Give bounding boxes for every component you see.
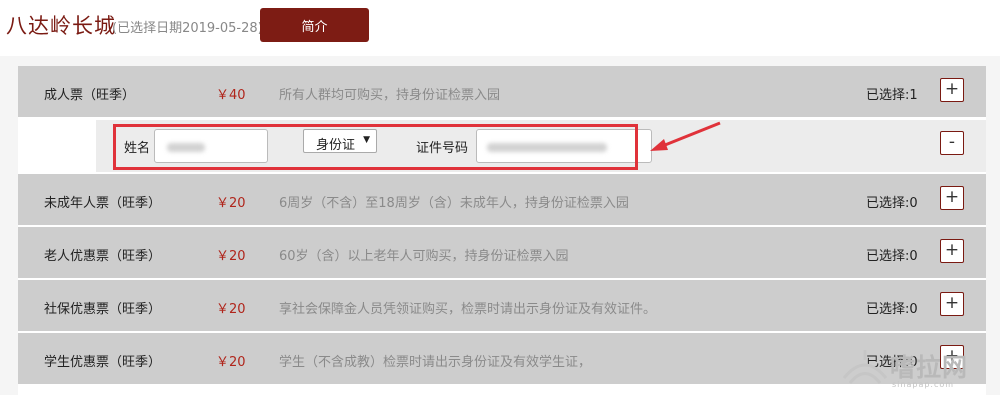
page-title: 八达岭长城	[6, 14, 116, 38]
ticket-price: ￥20	[216, 355, 246, 370]
ticket-description: 学生（不含成教）检票时请出示身份证及有效学生证，	[279, 355, 592, 370]
watermark-subtext: sinapap.com	[892, 380, 955, 389]
ticket-name: 未成年人票（旺季）	[44, 196, 162, 211]
ticket-row-adult: 成人票（旺季） ￥40 所有人群均可购买，持身份证检票入园 已选择:1 +	[18, 66, 986, 117]
ticket-row-social-security: 社保优惠票（旺季） ￥20 享社会保障金人员凭领证购买，检票时请出示身份证及有效…	[18, 280, 986, 331]
add-ticket-button[interactable]: +	[940, 186, 964, 210]
header: 八达岭长城 (已选择日期2019-05-28) 简介	[0, 0, 1000, 56]
site-watermark: 嗜拉网 sinapap.com	[842, 346, 996, 390]
watermark-logo-icon	[842, 350, 888, 384]
ticket-panel: 成人票（旺季） ￥40 所有人群均可购买，持身份证检票入园 已选择:1 + 姓名…	[18, 66, 986, 395]
selected-count: 已选择:0	[866, 249, 918, 264]
watermark-text: 嗜拉网	[890, 353, 969, 382]
ticket-name: 社保优惠票（旺季）	[44, 302, 162, 317]
ticket-price: ￥20	[216, 249, 246, 264]
annotation-highlight-box	[113, 124, 638, 170]
selected-count: 已选择:0	[866, 196, 918, 211]
ticket-description: 6周岁（不含）至18周岁（含）未成年人，持身份证检票入园	[279, 196, 629, 211]
add-ticket-button[interactable]: +	[940, 292, 964, 316]
intro-button[interactable]: 简介	[260, 8, 369, 42]
ticket-price: ￥20	[216, 196, 246, 211]
ticket-name: 学生优惠票（旺季）	[44, 355, 162, 370]
ticket-price: ￥20	[216, 302, 246, 317]
annotation-arrow-icon	[650, 121, 721, 151]
add-ticket-button[interactable]: +	[940, 78, 964, 102]
ticket-row-student: 学生优惠票（旺季） ￥20 学生（不含成教）检票时请出示身份证及有效学生证， 已…	[18, 333, 986, 384]
ticket-description: 所有人群均可购买，持身份证检票入园	[279, 88, 501, 103]
selected-count: 已选择:1	[866, 88, 918, 103]
ticket-price: ￥40	[216, 88, 246, 103]
selected-count: 已选择:0	[866, 302, 918, 317]
selected-date-note: (已选择日期2019-05-28)	[112, 21, 263, 36]
add-ticket-button[interactable]: +	[940, 239, 964, 263]
ticket-description: 享社会保障金人员凭领证购买，检票时请出示身份证及有效证件。	[279, 302, 657, 317]
ticket-name: 成人票（旺季）	[44, 88, 136, 103]
ticket-description: 60岁（含）以上老年人可购买，持身份证检票入园	[279, 249, 569, 264]
ticket-row-senior: 老人优惠票（旺季） ￥20 60岁（含）以上老年人可购买，持身份证检票入园 已选…	[18, 227, 986, 278]
ticket-row-minor: 未成年人票（旺季） ￥20 6周岁（不含）至18周岁（含）未成年人，持身份证检票…	[18, 174, 986, 225]
remove-visitor-button[interactable]: -	[940, 131, 964, 155]
ticket-name: 老人优惠票（旺季）	[44, 249, 162, 264]
